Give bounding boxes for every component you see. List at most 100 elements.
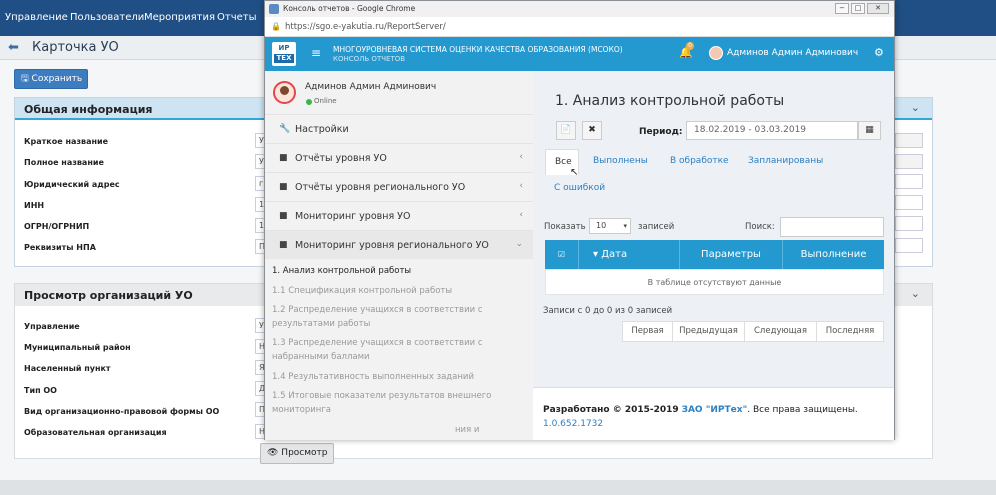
avatar[interactable] xyxy=(709,46,723,60)
company-link[interactable]: ЗАО "ИРТех" xyxy=(682,405,748,415)
wrench-icon: 🔧 xyxy=(279,124,291,134)
minimize-icon[interactable]: − xyxy=(835,3,849,14)
page-next-button[interactable]: Следующая xyxy=(745,322,817,341)
logo-bottom: ТЕХ xyxy=(274,54,294,63)
sidebar-item-label: Мониторинг уровня регионального УО xyxy=(295,240,489,251)
back-arrow-icon[interactable]: ⬅ xyxy=(8,41,22,55)
sidebar-item-label: Отчёты уровня УО xyxy=(295,153,387,164)
sidebar-subitem-cut[interactable]: ния и xyxy=(455,425,479,435)
sidebar-item-settings[interactable]: 🔧 Настройки xyxy=(265,114,533,143)
report-console-window: Консоль отчетов - Google Chrome − □ ✕ 🔒 … xyxy=(264,0,895,440)
nav-item-management[interactable]: Управление xyxy=(5,12,68,23)
sidebar-subitem-1[interactable]: 1. Анализ контрольной работы xyxy=(272,266,411,276)
sidebar-subitem-1-3-cont[interactable]: набранными баллами xyxy=(272,352,370,362)
column-params[interactable]: Параметры xyxy=(680,240,783,269)
page-title: Карточка УО xyxy=(32,40,119,55)
copyright-rights: . Все права защищены. xyxy=(747,405,858,415)
page-size-value: 10 xyxy=(596,221,607,230)
table-header: ☑ ▾ Дата Параметры Выполнение xyxy=(545,240,884,269)
avatar xyxy=(273,81,296,104)
nav-item-events[interactable]: Мероприятия xyxy=(144,12,215,23)
url-text[interactable]: https://sgo.e-yakutia.ru/ReportServer/ xyxy=(285,22,446,32)
field-right-edge xyxy=(895,216,923,231)
sidebar-item-uo-monitoring[interactable]: ■ Мониторинг уровня УО ‹ xyxy=(265,201,533,230)
clear-icon[interactable]: ✖ xyxy=(582,121,602,140)
sidebar-subitem-1-1[interactable]: 1.1 Спецификация контрольной работы xyxy=(272,286,452,296)
file-icon[interactable]: 📄 xyxy=(556,121,576,140)
search-input[interactable] xyxy=(780,217,884,237)
close-icon[interactable]: ✕ xyxy=(867,3,889,14)
notification-badge: 0 xyxy=(686,42,694,50)
chevron-down-icon[interactable]: ⌄ xyxy=(911,287,920,300)
window-title: Консоль отчетов - Google Chrome xyxy=(283,4,416,13)
column-date[interactable]: ▾ Дата xyxy=(579,240,680,269)
calendar-icon[interactable]: ▦ xyxy=(858,121,881,140)
save-button-label: Сохранить xyxy=(31,74,83,84)
folder-icon: ■ xyxy=(279,240,288,250)
hamburger-menu-icon[interactable]: ≡ xyxy=(311,46,321,60)
sidebar-item-regional-monitoring[interactable]: ■ Мониторинг уровня регионального УО ⌄ xyxy=(265,230,533,259)
field-label: Тип ОО xyxy=(24,386,57,395)
field-label: Населенный пункт xyxy=(24,364,111,373)
gears-icon[interactable]: ⚙ xyxy=(874,46,884,59)
sidebar-item-regional-reports[interactable]: ■ Отчёты уровня регионального УО ‹ xyxy=(265,172,533,201)
folder-icon: ■ xyxy=(279,211,288,221)
chevron-left-icon: ‹ xyxy=(519,152,523,162)
lock-icon: 🔒 xyxy=(271,22,281,31)
save-button[interactable]: 🖫 Сохранить xyxy=(14,69,88,89)
online-status-icon xyxy=(306,99,312,105)
copyright-prefix: Разработано © 2015-2019 xyxy=(543,405,679,415)
window-titlebar[interactable]: Консоль отчетов - Google Chrome − □ ✕ xyxy=(265,1,894,17)
field-label: Муниципальный район xyxy=(24,343,131,352)
sidebar-item-uo-reports[interactable]: ■ Отчёты уровня УО ‹ xyxy=(265,143,533,172)
field-label: Полное название xyxy=(24,158,104,167)
page-size-select[interactable]: 10 ▾ xyxy=(589,218,631,234)
field-right-edge xyxy=(895,154,923,169)
records-info: Записи с 0 до 0 из 0 записей xyxy=(543,306,673,316)
maximize-icon[interactable]: □ xyxy=(851,3,865,14)
version-link[interactable]: 1.0.652.1732 xyxy=(543,419,603,429)
sidebar-subitem-1-4[interactable]: 1.4 Результативность выполненных заданий xyxy=(272,372,474,382)
sidebar-item-label: Настройки xyxy=(295,124,349,135)
sidebar-subitem-1-2-cont[interactable]: результатами работы xyxy=(272,319,370,329)
sidebar-subitem-1-3[interactable]: 1.3 Распределение учащихся в соответстви… xyxy=(272,338,483,348)
column-execution[interactable]: Выполнение xyxy=(783,240,884,269)
page-first-button[interactable]: Первая xyxy=(623,322,673,341)
field-label: ОГРН/ОГРНИП xyxy=(24,222,90,231)
field-right-edge xyxy=(895,195,923,210)
tab-completed[interactable]: Выполнены xyxy=(593,156,648,166)
report-content: 1. Анализ контрольной работы 📄 ✖ Период:… xyxy=(533,71,894,440)
period-input[interactable]: 18.02.2019 - 03.03.2019 xyxy=(686,121,858,140)
page-size-label: Показать xyxy=(544,222,586,232)
select-all-checkbox[interactable]: ☑ xyxy=(545,240,579,269)
chevron-down-icon[interactable]: ⌄ xyxy=(911,101,920,114)
panel-title: Просмотр организаций УО xyxy=(24,289,193,302)
sidebar-subitem-1-2[interactable]: 1.2 Распределение учащихся в соответстви… xyxy=(272,305,483,315)
page-prev-button[interactable]: Предыдущая xyxy=(673,322,745,341)
sidebar-subitem-1-5[interactable]: 1.5 Итоговые показатели результатов внеш… xyxy=(272,391,491,401)
nav-item-users[interactable]: Пользователи xyxy=(70,12,144,23)
field-right-edge xyxy=(895,133,923,148)
chevron-down-icon: ⌄ xyxy=(515,239,523,249)
field-label: Краткое название xyxy=(24,137,109,146)
page-footer xyxy=(0,480,996,495)
sidebar-subitem-1-5-cont[interactable]: мониторинга xyxy=(272,405,331,415)
view-button[interactable]: 👁 Просмотр xyxy=(260,443,334,464)
column-date-label: Дата xyxy=(601,249,628,260)
tab-processing[interactable]: В обработке xyxy=(670,156,729,166)
caret-down-icon: ▾ xyxy=(623,222,627,230)
tab-error[interactable]: С ошибкой xyxy=(554,183,605,193)
field-label: Управление xyxy=(24,322,80,331)
header-user-name[interactable]: Админов Админ Админович xyxy=(727,48,858,58)
nav-item-reports[interactable]: Отчеты xyxy=(217,12,256,23)
address-bar[interactable]: 🔒 https://sgo.e-yakutia.ru/ReportServer/ xyxy=(265,17,894,37)
field-label: Юридический адрес xyxy=(24,180,120,189)
folder-icon: ■ xyxy=(279,153,288,163)
mouse-cursor-icon: ↖ xyxy=(570,167,579,178)
table-empty-row: В таблице отсутствуют данные xyxy=(545,269,884,295)
page-last-button[interactable]: Последняя xyxy=(817,322,883,341)
panel-title: Общая информация xyxy=(24,103,153,116)
field-label: ИНН xyxy=(24,201,45,210)
field-label: Вид организационно-правовой формы ОО xyxy=(24,407,220,416)
tab-scheduled[interactable]: Запланированы xyxy=(748,156,823,166)
